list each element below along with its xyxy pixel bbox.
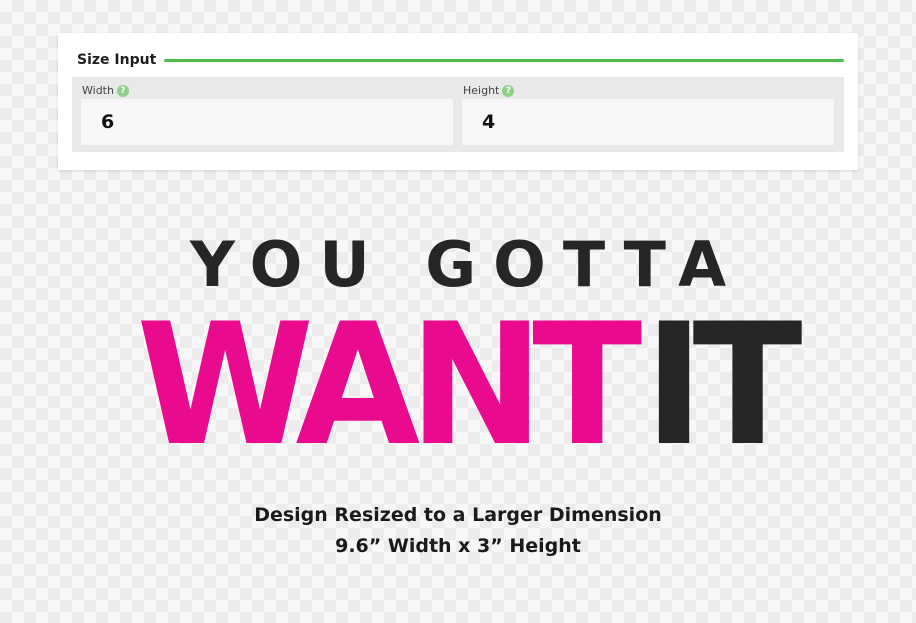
design-headline-top: YOU GOTTA	[189, 228, 744, 301]
caption-line-2: 9.6” Width x 3” Height	[335, 535, 581, 557]
design-headline-big: WANT IT	[110, 310, 810, 460]
panel-header: Size Input	[77, 50, 844, 70]
width-label-text: Width	[82, 84, 114, 97]
width-label: Width ?	[82, 84, 129, 97]
caption-line-1: Design Resized to a Larger Dimension	[254, 504, 662, 526]
size-fields: Width ? Height ?	[72, 77, 844, 152]
height-input[interactable]	[462, 99, 834, 145]
help-question-icon[interactable]: ?	[502, 84, 515, 97]
help-question-icon[interactable]: ?	[116, 84, 129, 97]
design-word-want: WANT	[136, 310, 642, 460]
height-label: Height ?	[463, 84, 515, 97]
design-word-it: IT	[643, 310, 803, 460]
height-label-text: Height	[463, 84, 500, 97]
size-input-panel: Size Input Width ? Height ?	[58, 33, 858, 170]
panel-title: Size Input	[77, 52, 157, 68]
width-input[interactable]	[81, 99, 453, 145]
panel-title-rule	[164, 58, 844, 62]
